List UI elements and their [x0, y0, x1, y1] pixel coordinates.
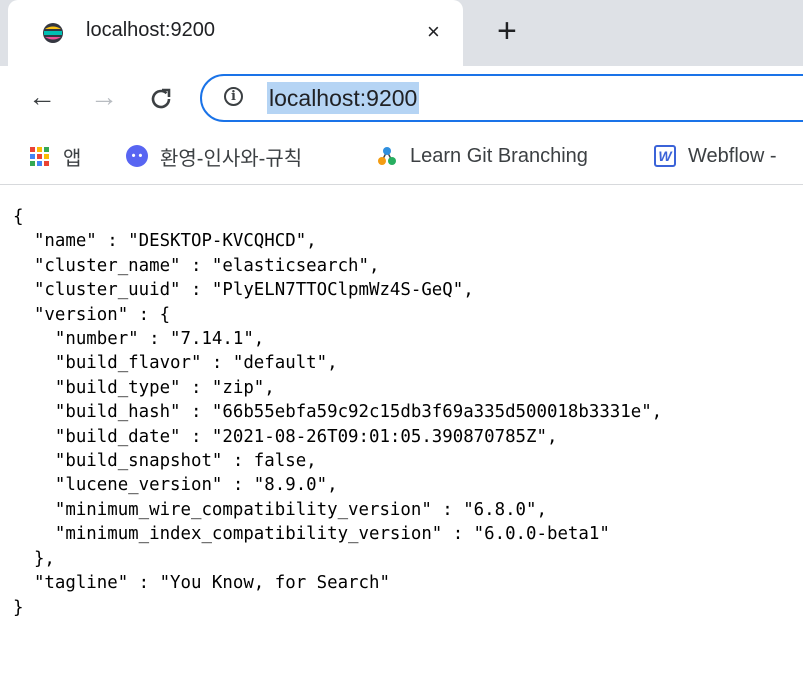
bookmark-label: 환영-인사와-규칙	[160, 147, 303, 170]
json-line: "tagline" : "You Know, for Search"	[13, 573, 390, 594]
address-bar[interactable]: i localhost:9200	[200, 74, 803, 122]
elastic-icon	[43, 23, 63, 43]
apps-grid-icon	[30, 146, 49, 166]
back-arrow-icon[interactable]: ←	[28, 82, 56, 112]
json-line: "build_snapshot" : false,	[13, 451, 317, 472]
bookmark-apps[interactable]: 앱	[30, 142, 81, 170]
bookmarks-bar: 앱 • • 환영-인사와-규칙 Learn Git Branching W We…	[0, 132, 803, 185]
bookmark-label: Webflow -	[688, 144, 777, 167]
reload-icon[interactable]	[148, 86, 174, 112]
json-line: "build_flavor" : "default",	[13, 353, 338, 374]
json-line: "version" : {	[13, 304, 171, 325]
active-tab[interactable]: localhost:9200 ×	[8, 0, 463, 66]
url-text[interactable]: localhost:9200	[267, 82, 420, 114]
page-content: { "name" : "DESKTOP-KVCQHCD", "cluster_n…	[0, 185, 803, 620]
discord-icon: • •	[126, 145, 148, 167]
json-line: },	[13, 548, 55, 569]
tab-strip: localhost:9200 × +	[0, 0, 803, 66]
tab-title: localhost:9200	[86, 19, 215, 41]
bookmark-learn-git[interactable]: Learn Git Branching	[376, 142, 588, 170]
json-line: }	[13, 597, 24, 618]
info-icon[interactable]: i	[224, 87, 243, 106]
browser-toolbar: ← → i localhost:9200	[0, 66, 803, 132]
json-response: { "name" : "DESKTOP-KVCQHCD", "cluster_n…	[13, 205, 803, 620]
webflow-icon: W	[654, 145, 676, 167]
json-line: "build_date" : "2021-08-26T09:01:05.3908…	[13, 426, 558, 447]
forward-arrow-icon[interactable]: →	[90, 82, 118, 112]
json-line: {	[13, 207, 24, 227]
bookmark-label: Learn Git Branching	[410, 144, 588, 167]
json-line: "build_type" : "zip",	[13, 377, 275, 398]
bookmark-webflow[interactable]: W Webflow -	[654, 142, 777, 170]
json-line: "cluster_uuid" : "PlyELN7TTOClpmWz4S-GeQ…	[13, 280, 474, 301]
bookmark-discord[interactable]: • • 환영-인사와-규칙	[126, 142, 302, 170]
json-line: "cluster_name" : "elasticsearch",	[13, 255, 380, 276]
close-tab-icon[interactable]: ×	[427, 20, 440, 44]
json-line: "build_hash" : "66b55ebfa59c92c15db3f69a…	[13, 402, 663, 423]
bookmark-label: 앱	[63, 147, 82, 170]
json-line: "name" : "DESKTOP-KVCQHCD",	[13, 231, 317, 252]
json-line: "number" : "7.14.1",	[13, 329, 265, 350]
json-line: "lucene_version" : "8.9.0",	[13, 475, 338, 496]
git-branch-icon	[378, 147, 396, 165]
json-line: "minimum_wire_compatibility_version" : "…	[13, 499, 547, 520]
new-tab-icon[interactable]: +	[497, 14, 517, 48]
json-line: "minimum_index_compatibility_version" : …	[13, 524, 610, 545]
